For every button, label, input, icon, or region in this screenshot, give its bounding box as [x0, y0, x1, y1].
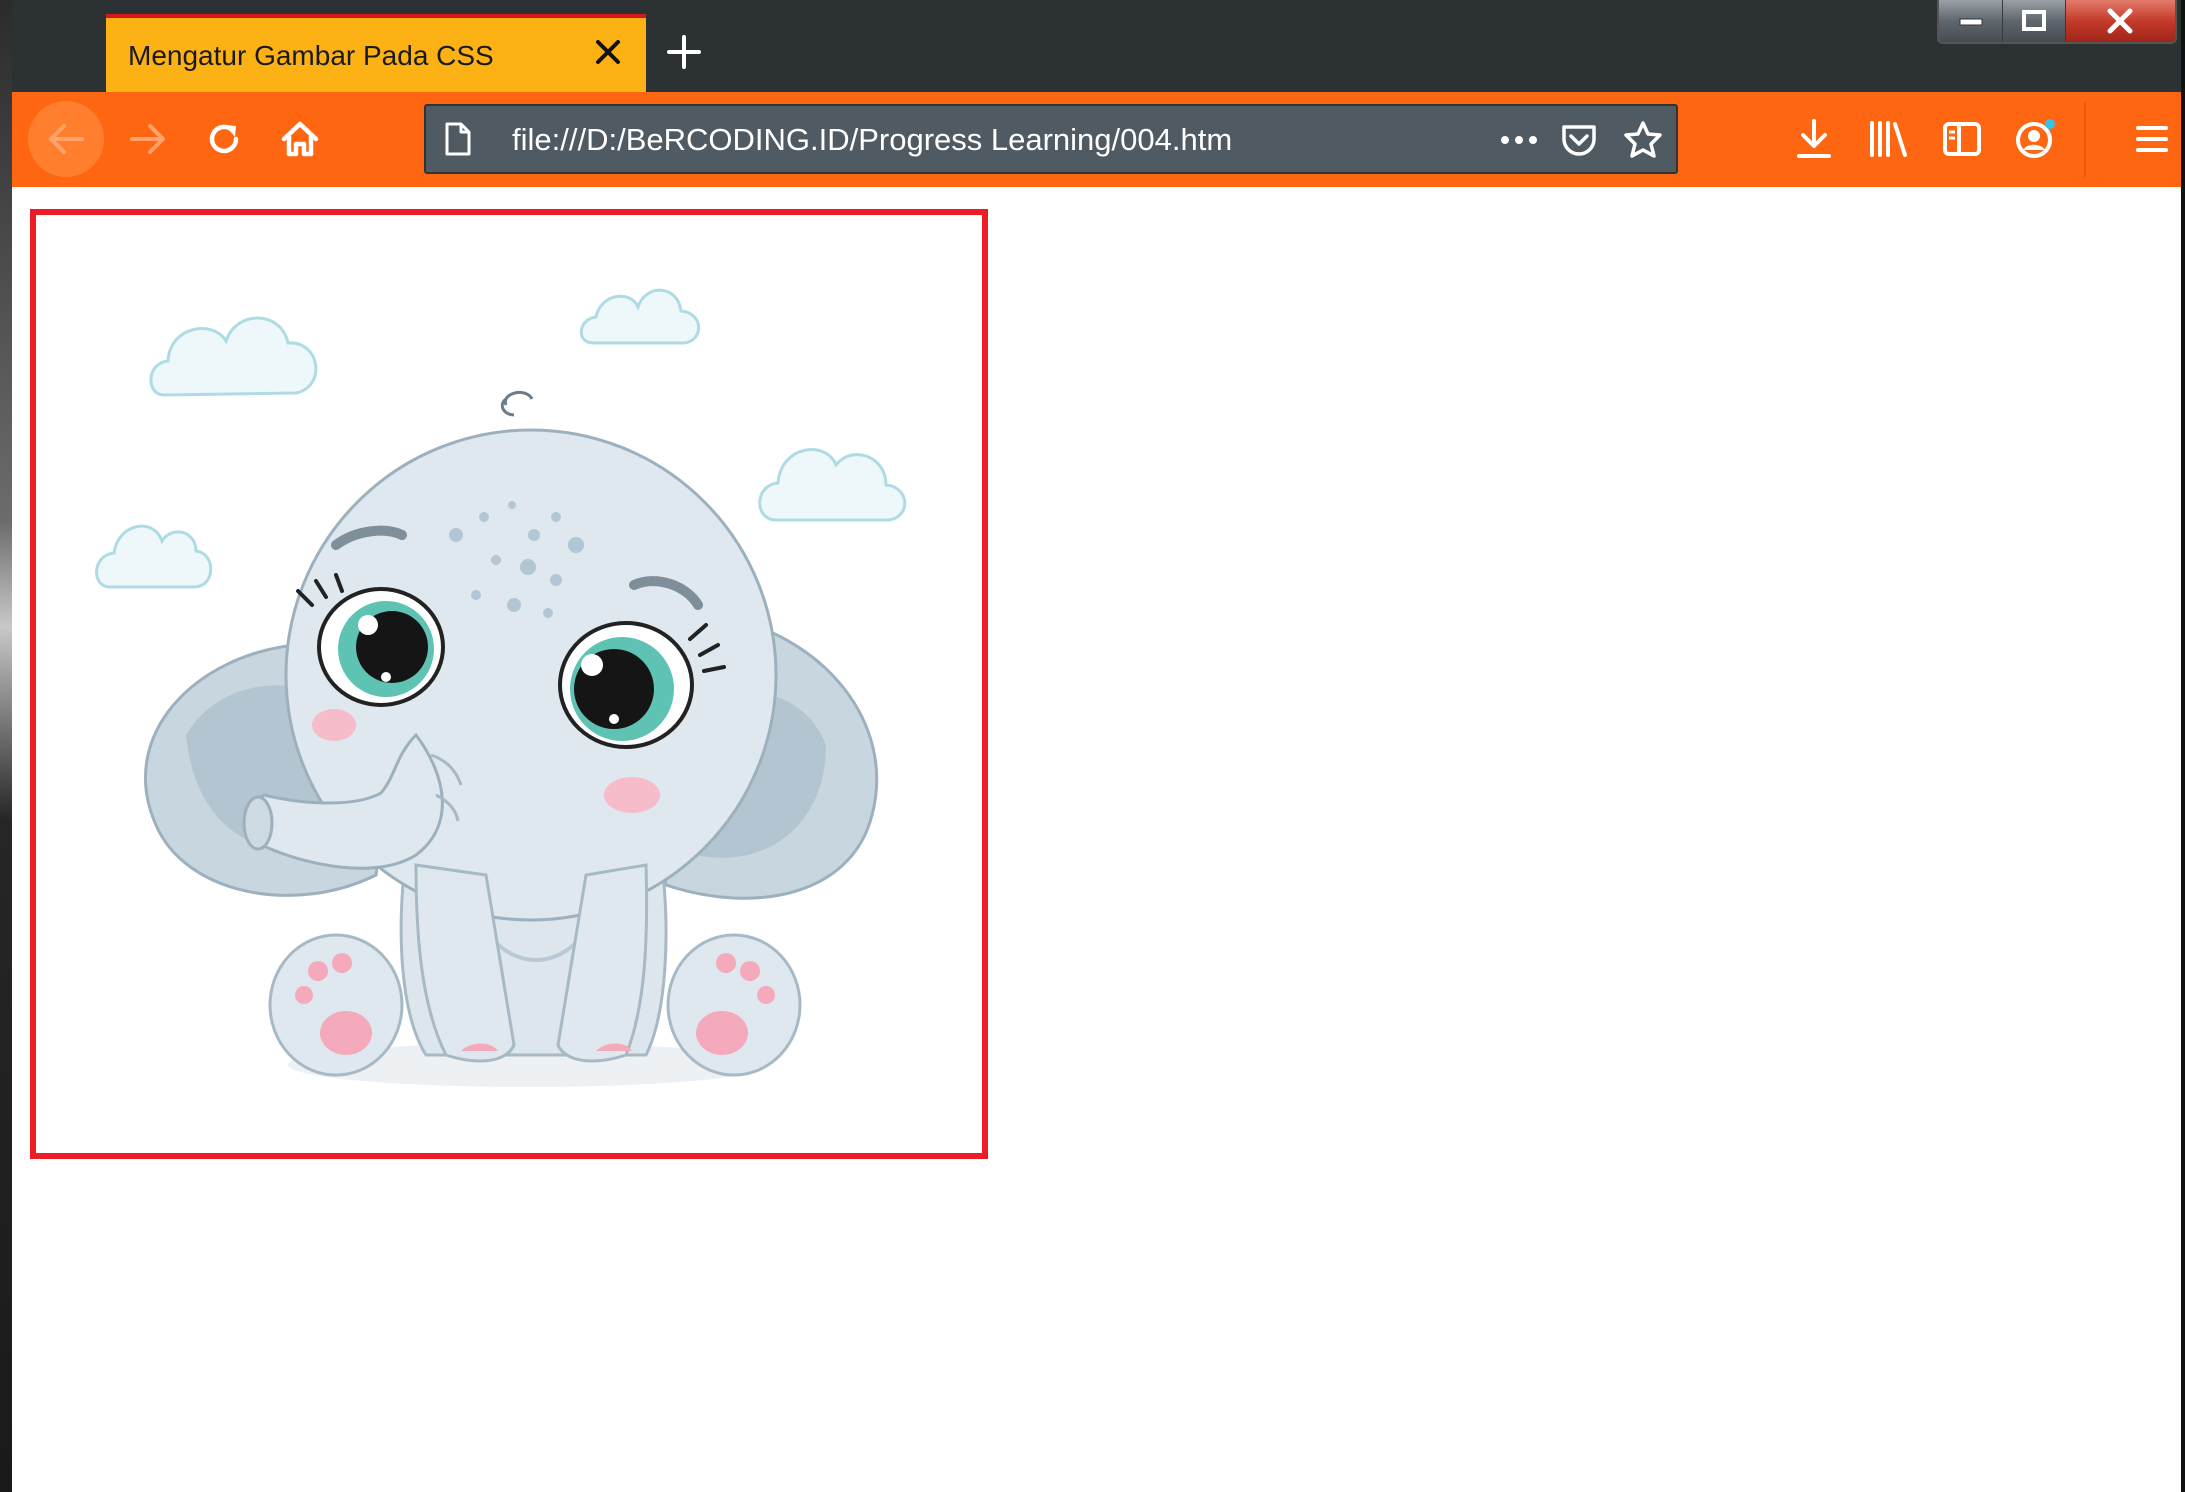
pocket-icon[interactable] — [1556, 118, 1602, 162]
close-tab-icon[interactable] — [590, 34, 626, 70]
page-icon — [440, 121, 476, 157]
library-icon[interactable] — [1858, 109, 1918, 169]
home-icon[interactable] — [270, 109, 330, 169]
reload-icon[interactable] — [194, 109, 254, 169]
window-frame-left — [0, 0, 12, 1492]
window-close-icon[interactable] — [2065, 0, 2175, 42]
eye-icon — [317, 587, 445, 707]
address-bar[interactable]: file:///D:/BeRCODING.ID/Progress Learnin… — [424, 104, 1678, 174]
nav-toolbar: file:///D:/BeRCODING.ID/Progress Learnin… — [12, 92, 2181, 187]
download-icon[interactable] — [1784, 109, 1844, 169]
toolbar-separator — [2084, 102, 2086, 177]
new-tab-icon[interactable] — [662, 30, 706, 74]
ellipsis-icon[interactable] — [1496, 120, 1542, 160]
sidebar-icon[interactable] — [1932, 109, 1992, 169]
account-icon[interactable] — [2006, 109, 2066, 169]
arrow-left-icon[interactable] — [28, 101, 104, 177]
window-frame-right — [2181, 0, 2185, 1492]
window-controls — [1937, 0, 2177, 44]
star-icon[interactable] — [1620, 118, 1666, 162]
tab-title: Mengatur Gambar Pada CSS — [128, 40, 494, 71]
eye-icon — [558, 621, 694, 749]
tab-strip: Mengatur Gambar Pada CSS — [12, 0, 2181, 92]
minimize-icon[interactable] — [1939, 0, 2004, 42]
foot-icon — [268, 933, 404, 1077]
tab-active[interactable]: Mengatur Gambar Pada CSS — [106, 14, 646, 92]
elephant-image — [30, 209, 988, 1159]
foot-icon — [666, 933, 802, 1077]
page-content — [12, 187, 2181, 1492]
url-text[interactable]: file:///D:/BeRCODING.ID/Progress Learnin… — [512, 122, 1232, 158]
hamburger-icon[interactable] — [2122, 109, 2182, 169]
maximize-icon[interactable] — [2003, 0, 2066, 42]
arrow-right-icon[interactable] — [118, 109, 178, 169]
